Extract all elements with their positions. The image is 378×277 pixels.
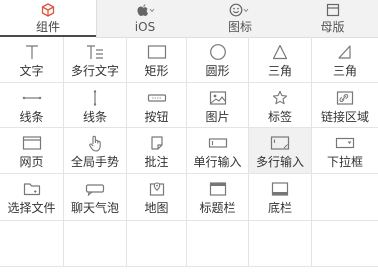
component-single-line-input[interactable]: 单行输入 — [187, 128, 249, 174]
component-label: 矩形 — [144, 64, 169, 78]
tab-ios-label: iOS — [134, 20, 156, 34]
component-label: 标题栏 — [199, 201, 236, 215]
single-input-icon — [208, 138, 227, 148]
component-dropdown[interactable]: 下拉框 — [312, 128, 378, 174]
component-link-area[interactable]: 链接区域 — [312, 83, 378, 128]
component-label: 图片 — [205, 110, 230, 124]
component-right-triangle[interactable]: 三角 — [312, 37, 378, 83]
multi-input-icon — [270, 136, 290, 150]
empty-cell — [312, 221, 378, 267]
text-icon — [25, 45, 38, 59]
vertical-line-icon — [93, 90, 97, 106]
component-label: 全局手势 — [70, 155, 119, 169]
tab-icons-label: 图标 — [227, 20, 252, 34]
component-vertical-line[interactable]: 线条 — [64, 83, 127, 128]
circle-icon — [209, 44, 226, 60]
chat-bubble-icon — [85, 184, 105, 197]
tab-bar: 组件 iOS 图标 母版 — [0, 0, 378, 38]
empty-cell — [187, 221, 249, 267]
title-bar-icon — [209, 182, 226, 196]
component-multi-line-input[interactable]: 多行输入 — [249, 128, 312, 174]
map-icon — [149, 182, 164, 196]
component-map[interactable]: 地图 — [127, 174, 187, 221]
component-label: 底栏 — [267, 201, 292, 215]
component-triangle[interactable]: 三角 — [249, 37, 312, 83]
component-label: 网页 — [19, 155, 44, 169]
component-horizontal-line[interactable]: 线条 — [0, 83, 64, 128]
component-label: 三角 — [332, 64, 357, 78]
tab-ios[interactable]: iOS — [97, 0, 193, 37]
component-label: 多行文字 — [70, 64, 119, 78]
empty-cell — [312, 174, 378, 221]
component-label: 线条 — [82, 110, 107, 124]
triangle-icon — [272, 44, 288, 60]
component-button[interactable]: 按钮 — [127, 83, 187, 128]
component-label: 链接区域 — [320, 110, 369, 124]
rectangle-icon — [147, 45, 166, 59]
cube-icon — [41, 3, 55, 17]
hand-icon — [89, 135, 101, 152]
component-label: 下拉框 — [326, 155, 363, 169]
component-title-bar[interactable]: 标题栏 — [187, 174, 249, 221]
component-label: 标签 — [267, 110, 292, 124]
component-label: 批注 — [144, 155, 169, 169]
component-grid: 文字 多行文字 矩形 圆形 三角 三角 线条 线条 按钮 图片 标签 链接区域 … — [0, 37, 378, 277]
right-triangle-icon — [338, 45, 351, 59]
component-bottom-bar[interactable]: 底栏 — [249, 174, 312, 221]
tab-components[interactable]: 组件 — [0, 0, 97, 38]
component-label: 聊天气泡 — [70, 201, 119, 215]
component-global-gesture[interactable]: 全局手势 — [64, 128, 127, 174]
empty-cell — [249, 221, 312, 267]
tab-components-label: 组件 — [35, 20, 60, 34]
star-icon — [272, 90, 288, 105]
component-text[interactable]: 文字 — [0, 37, 64, 83]
component-label: 圆形 — [205, 64, 230, 78]
component-chat-bubble[interactable]: 聊天气泡 — [64, 174, 127, 221]
empty-cell — [127, 221, 187, 267]
smiley-icon — [229, 3, 249, 17]
link-icon — [336, 91, 354, 105]
component-file-picker[interactable]: 选择文件 — [0, 174, 64, 221]
component-label: 地图 — [144, 201, 169, 215]
component-annotation[interactable]: 批注 — [127, 128, 187, 174]
annotation-icon — [150, 136, 163, 150]
bottom-bar-icon — [271, 182, 289, 196]
component-image[interactable]: 图片 — [187, 83, 249, 128]
component-label: 按钮 — [144, 110, 169, 124]
component-label: 三角 — [267, 64, 292, 78]
dropdown-icon — [335, 137, 355, 149]
multiline-text-icon — [87, 45, 103, 59]
empty-cell — [0, 221, 64, 267]
component-multiline-text[interactable]: 多行文字 — [64, 37, 127, 83]
component-webpage[interactable]: 网页 — [0, 128, 64, 174]
component-tag[interactable]: 标签 — [249, 83, 312, 128]
component-label: 多行输入 — [255, 155, 304, 169]
component-circle[interactable]: 圆形 — [187, 37, 249, 83]
component-label: 线条 — [19, 110, 44, 124]
horizontal-line-icon — [22, 96, 41, 100]
apple-icon — [137, 4, 155, 16]
stack-icon — [326, 3, 339, 17]
component-label: 选择文件 — [7, 201, 56, 215]
tab-masters-label: 母版 — [320, 20, 345, 34]
component-label: 文字 — [19, 64, 44, 78]
image-icon — [209, 91, 226, 105]
empty-cell — [64, 221, 127, 267]
component-label: 单行输入 — [193, 155, 242, 169]
component-rectangle[interactable]: 矩形 — [127, 37, 187, 83]
tab-masters[interactable]: 母版 — [287, 0, 378, 37]
tab-icons[interactable]: 图标 — [193, 0, 287, 37]
folder-icon — [23, 183, 40, 196]
button-icon — [147, 94, 166, 102]
webpage-icon — [22, 136, 41, 150]
